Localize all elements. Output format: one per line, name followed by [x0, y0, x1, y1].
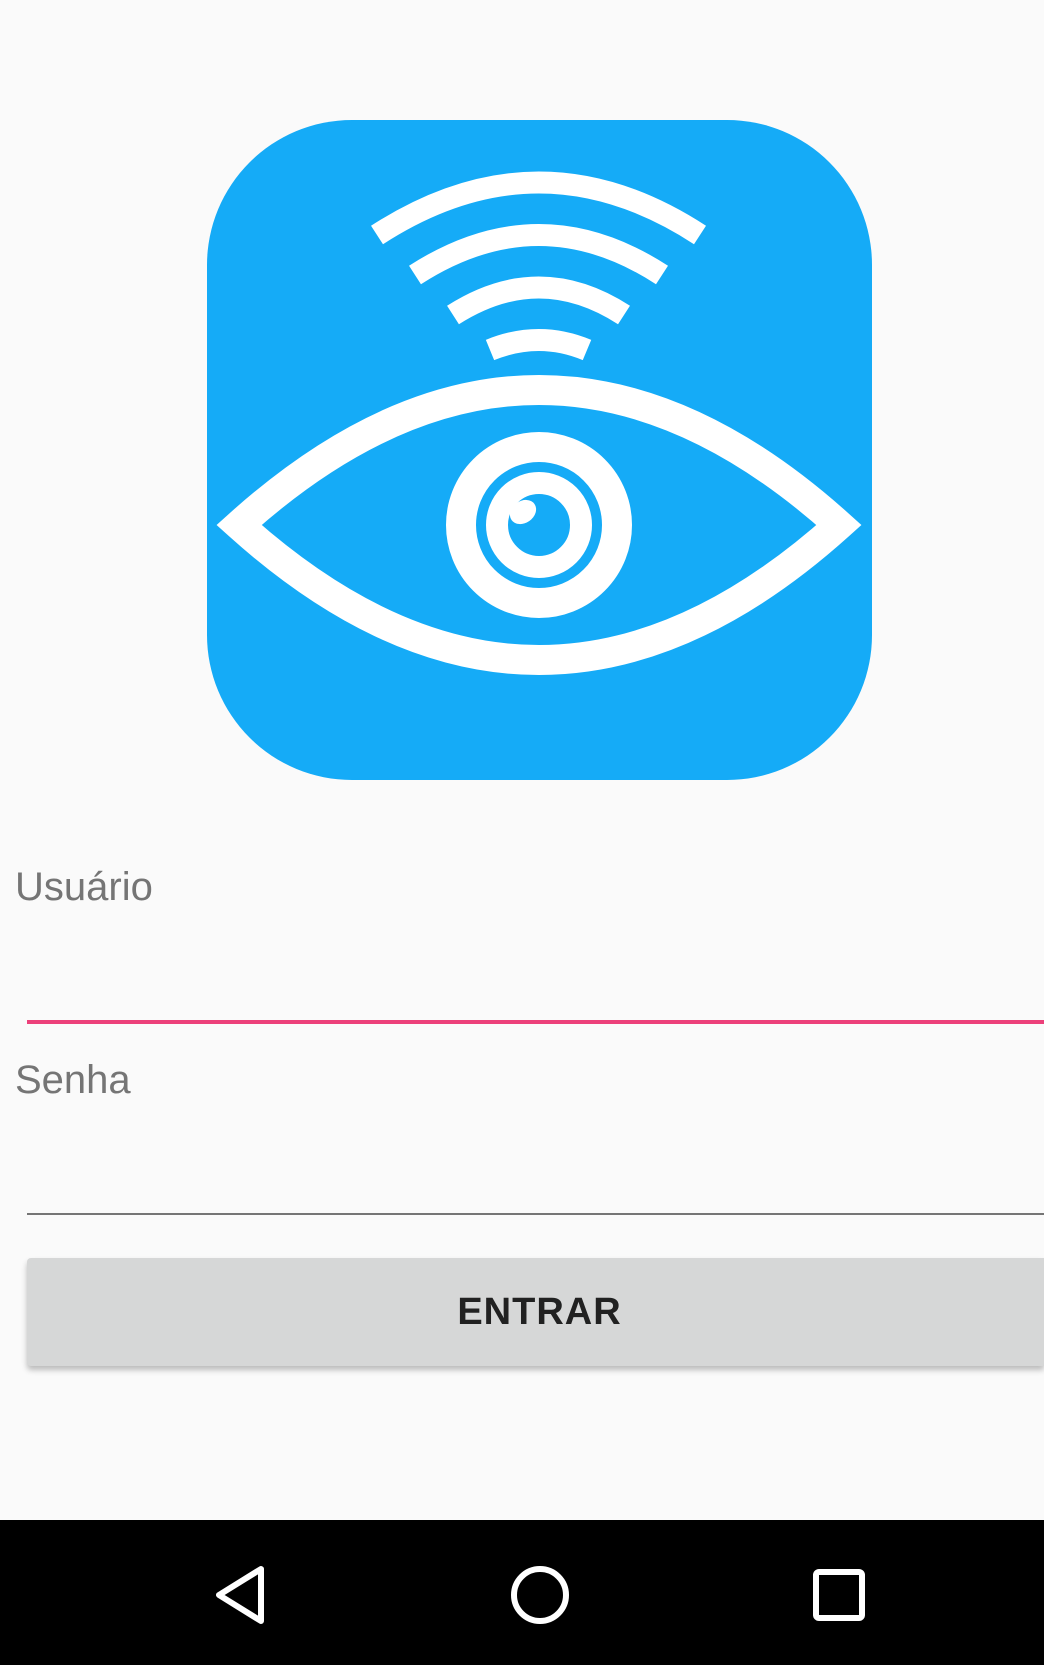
home-icon: [511, 1566, 569, 1624]
wifi-eye-icon: [207, 120, 872, 780]
username-input[interactable]: [27, 950, 1044, 1014]
back-icon: [216, 1566, 264, 1624]
password-label: Senha: [15, 1058, 131, 1102]
app-logo: [207, 120, 872, 780]
wifi-arc-4: [485, 329, 592, 361]
navigation-bar: [0, 1520, 1044, 1665]
password-input[interactable]: [27, 1143, 1044, 1207]
username-underline: [27, 1020, 1044, 1024]
password-underline: [27, 1213, 1044, 1215]
recents-icon: [813, 1569, 865, 1621]
back-button[interactable]: [196, 1550, 286, 1640]
login-button[interactable]: ENTRAR: [27, 1258, 1044, 1366]
home-button[interactable]: [495, 1550, 585, 1640]
recents-button[interactable]: [794, 1550, 884, 1640]
login-screen: Usuário Senha ENTRAR: [0, 0, 1044, 1665]
username-label: Usuário: [15, 865, 153, 909]
